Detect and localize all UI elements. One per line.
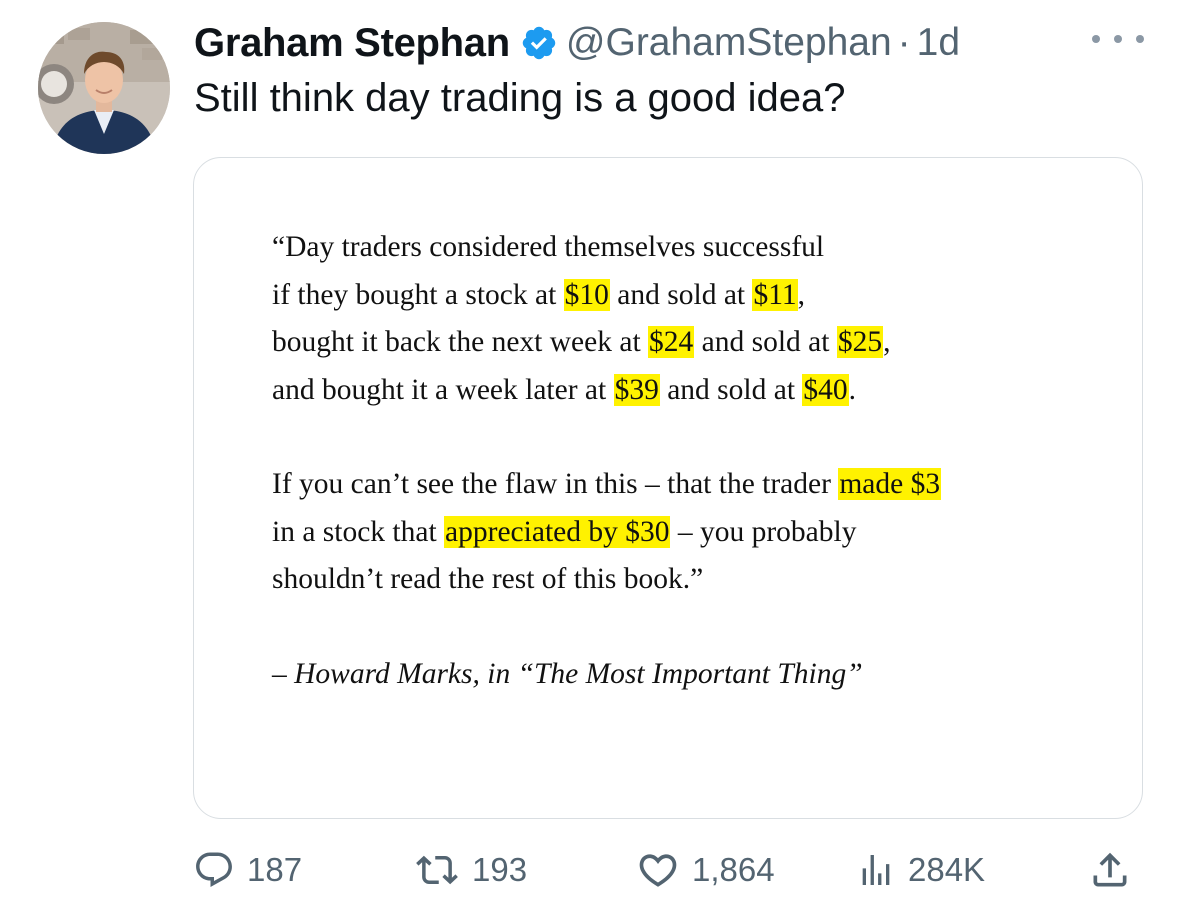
quote-line: bought it back the next week at $24 and …	[272, 319, 1092, 367]
share-button[interactable]	[1088, 840, 1132, 900]
quote-attribution: – Howard Marks, in “The Most Important T…	[272, 657, 863, 690]
quote-text-segment: “Day traders considered themselves succe…	[272, 231, 825, 263]
reply-count: 187	[247, 851, 303, 888]
verified-badge-icon	[520, 24, 558, 62]
highlighted-text: $11	[752, 278, 798, 311]
quote-text-segment: If you can’t see the flaw in this – that…	[272, 468, 839, 500]
separator-dot: ·	[897, 21, 911, 64]
highlighted-text: made $3	[838, 468, 942, 500]
views-button[interactable]: 284K	[856, 840, 985, 900]
like-button[interactable]: 1,864	[636, 840, 775, 900]
quote-text-segment: if they bought a stock at	[272, 278, 564, 311]
quote-line: if they bought a stock at $10 and sold a…	[272, 272, 1092, 320]
tweet-action-bar: 187 193 1,864 284K	[0, 840, 1179, 900]
repost-button[interactable]: 193	[414, 840, 527, 900]
quote-text-segment: in a stock that	[272, 515, 445, 548]
avatar[interactable]	[38, 22, 170, 154]
quote-paragraph-2: If you can’t see the flaw in this – that…	[272, 461, 1092, 604]
quote-line: and bought it a week later at $39 and so…	[272, 367, 1092, 415]
like-icon	[636, 848, 680, 892]
quote-line: in a stock that appreciated by $30 – you…	[272, 509, 1092, 557]
quote-text-segment: and bought it a week later at	[272, 373, 614, 406]
views-count: 284K	[908, 851, 986, 888]
tweet-text: Still think day trading is a good idea?	[194, 76, 846, 120]
author-name[interactable]: Graham Stephan	[194, 21, 510, 66]
quote-text-segment: and sold at	[694, 326, 837, 358]
quote-text-segment: ,	[797, 278, 806, 311]
quote-text-segment: shouldn’t read the rest of this book.”	[272, 563, 704, 595]
quote-text-segment: .	[848, 373, 857, 406]
tweet-media-image[interactable]: “Day traders considered themselves succe…	[193, 157, 1143, 819]
quote-paragraph-1: “Day traders considered themselves succe…	[272, 224, 1092, 414]
reply-icon	[193, 849, 235, 891]
repost-icon	[414, 849, 460, 891]
author-handle[interactable]: @GrahamStephan	[566, 21, 892, 65]
tweet-header: Graham Stephan @GrahamStephan · 1d	[194, 18, 1144, 68]
repost-count: 193	[472, 851, 528, 888]
share-icon	[1088, 848, 1132, 892]
highlighted-text: $10	[563, 278, 610, 311]
quote-text-segment: ,	[883, 326, 891, 358]
quote-text-segment: – you probably	[670, 515, 857, 548]
avatar-photo	[38, 22, 170, 154]
views-icon	[856, 849, 896, 891]
quote-text-segment: bought it back the next week at	[272, 326, 649, 358]
timestamp[interactable]: 1d	[917, 21, 960, 65]
quote-text-segment: and sold at	[659, 373, 803, 406]
highlighted-text: $25	[836, 326, 884, 358]
reply-button[interactable]: 187	[193, 840, 302, 900]
quote-image-text: “Day traders considered themselves succe…	[272, 224, 1092, 698]
quote-line: “Day traders considered themselves succe…	[272, 224, 1092, 272]
like-count: 1,864	[692, 851, 775, 888]
highlighted-text: $40	[802, 373, 849, 406]
more-options-icon[interactable]	[1092, 24, 1144, 54]
highlighted-text: $39	[613, 373, 660, 406]
quote-line: If you can’t see the flaw in this – that…	[272, 461, 1092, 509]
highlighted-text: $24	[648, 326, 695, 358]
quote-line: shouldn’t read the rest of this book.”	[272, 556, 1092, 604]
quote-text-segment: and sold at	[609, 278, 753, 311]
highlighted-text: appreciated by $30	[444, 515, 671, 548]
